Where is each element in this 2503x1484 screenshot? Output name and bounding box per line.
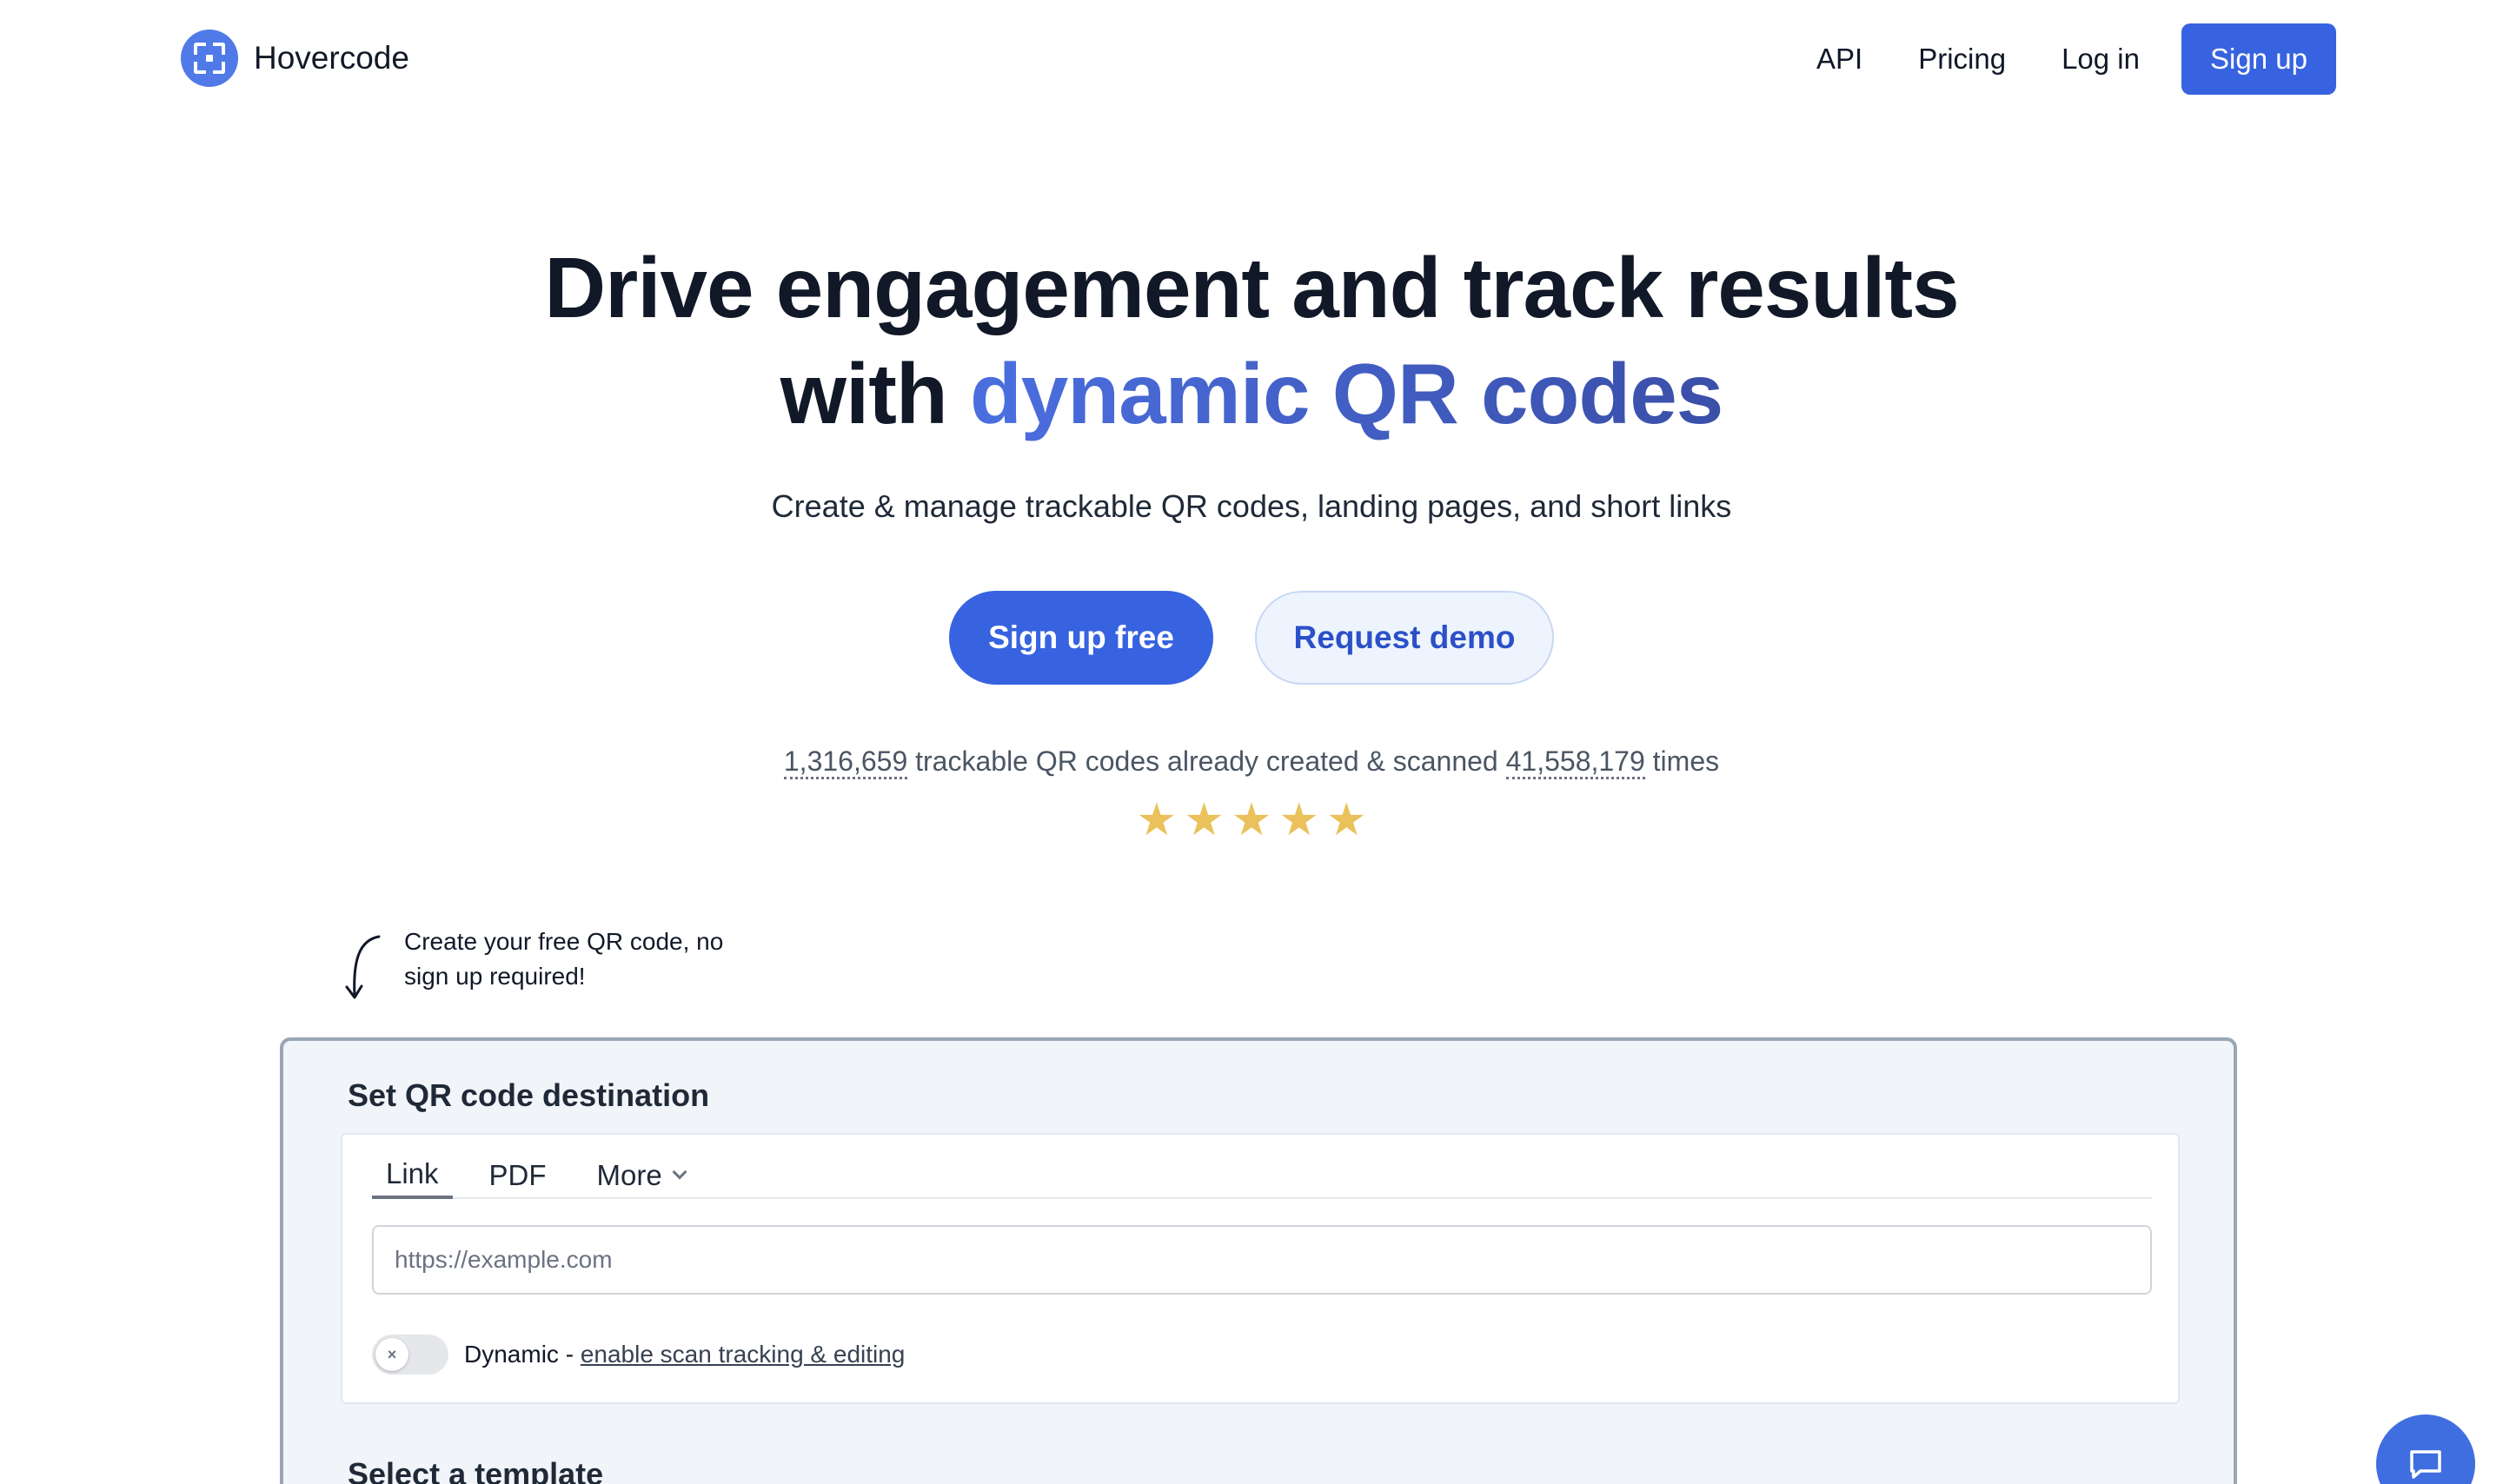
enable-tracking-link[interactable]: enable scan tracking & editing <box>581 1341 906 1368</box>
chevron-down-icon <box>672 1164 687 1180</box>
hero-subtitle: Create & manage trackable QR codes, land… <box>771 488 1732 524</box>
nav-pricing-link[interactable]: Pricing <box>1918 43 2006 76</box>
dynamic-toggle[interactable]: × <box>372 1335 448 1375</box>
destination-panel: Link PDF More × Dynamic - enable scan tr… <box>341 1133 2180 1404</box>
curved-arrow-icon <box>345 935 381 999</box>
close-icon: × <box>375 1338 408 1371</box>
qr-scan-icon <box>181 30 238 87</box>
dynamic-label: Dynamic - enable scan tracking & editing <box>464 1341 905 1368</box>
tab-more-label: More <box>596 1159 662 1191</box>
hero-title-line1: Drive engagement and track results <box>544 240 1959 335</box>
destination-tabs: Link PDF More <box>372 1152 2152 1199</box>
hero-title: Drive engagement and track results with … <box>0 235 2503 447</box>
tab-link[interactable]: Link <box>372 1152 453 1199</box>
signup-free-button[interactable]: Sign up free <box>949 591 1213 685</box>
request-demo-button[interactable]: Request demo <box>1255 591 1554 685</box>
hero-title-prefix: with <box>780 346 970 441</box>
chat-button[interactable] <box>2376 1414 2475 1484</box>
dynamic-toggle-row: × Dynamic - enable scan tracking & editi… <box>372 1335 905 1375</box>
star-icon: ★ <box>1136 795 1178 845</box>
stats-text-middle: trackable QR codes already created & sca… <box>907 745 1506 777</box>
chat-bubble-icon <box>2410 1450 2441 1479</box>
nav-api-link[interactable]: API <box>1816 43 1862 76</box>
nav-login-link[interactable]: Log in <box>2061 43 2140 76</box>
template-title: Select a template <box>348 1456 604 1484</box>
qr-builder-card: Set QR code destination Link PDF More × … <box>280 1037 2237 1484</box>
hero-title-accent: dynamic QR codes <box>969 346 1723 441</box>
star-icon: ★ <box>1184 795 1225 845</box>
destination-title: Set QR code destination <box>348 1077 710 1113</box>
codes-created-count: 1,316,659 <box>783 745 908 779</box>
stats-text-end: times <box>1644 745 1720 777</box>
usage-stats: 1,316,659 trackable QR codes already cre… <box>0 745 2503 779</box>
free-qr-note: Create your free QR code, no sign up req… <box>404 928 724 990</box>
dynamic-label-text: Dynamic <box>464 1341 559 1368</box>
nav-signup-button[interactable]: Sign up <box>2181 23 2336 95</box>
star-icon: ★ <box>1325 795 1367 845</box>
site-header: Hovercode API Pricing Log in Sign up <box>0 0 2503 118</box>
logo[interactable]: Hovercode <box>181 30 409 87</box>
cta-row: Sign up free Request demo <box>0 591 2503 685</box>
rating-stars: ★ ★ ★ ★ ★ <box>0 796 2503 845</box>
url-input[interactable] <box>372 1225 2152 1295</box>
star-icon: ★ <box>1231 795 1272 845</box>
tab-more[interactable]: More <box>583 1152 699 1199</box>
tab-pdf[interactable]: PDF <box>475 1152 561 1199</box>
dynamic-label-separator: - <box>558 1341 581 1368</box>
main-nav: API Pricing Log in Sign up <box>1761 23 2336 95</box>
brand-name: Hovercode <box>254 40 409 76</box>
star-icon: ★ <box>1278 795 1319 845</box>
scans-count: 41,558,179 <box>1505 745 1645 779</box>
